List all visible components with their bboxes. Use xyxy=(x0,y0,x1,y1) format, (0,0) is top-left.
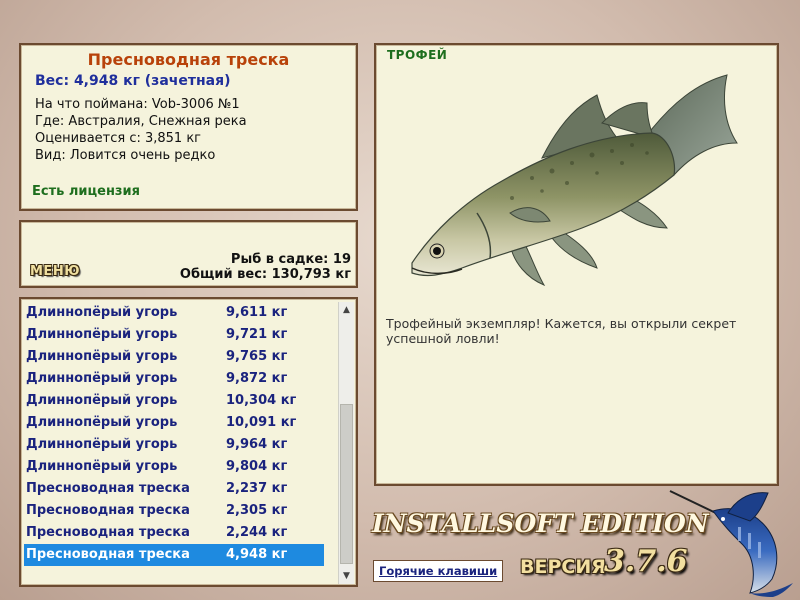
list-item-weight: 9,872 кг xyxy=(226,371,288,386)
catch-list-rows: Длиннопёрый угорь 9,611 кг Длиннопёрый уго… xyxy=(24,302,324,566)
list-item-weight: 4,948 кг xyxy=(226,547,288,562)
menu-button[interactable]: МЕНЮ xyxy=(30,264,80,279)
list-item[interactable]: Длиннопёрый угорь 9,611 кг xyxy=(24,302,324,324)
list-item-name: Длиннопёрый угорь xyxy=(26,459,178,474)
list-item-name: Пресноводная треска xyxy=(26,525,190,540)
list-item[interactable]: Длиннопёрый угорь 9,964 кг xyxy=(24,434,324,456)
rarity-text: Вид: Ловится очень редко xyxy=(35,148,216,163)
list-item-weight: 2,237 кг xyxy=(226,481,288,496)
total-weight: Общий вес: 130,793 кг xyxy=(179,267,351,282)
list-item[interactable]: Пресноводная треска 4,948 кг xyxy=(24,544,324,566)
list-item-weight: 2,305 кг xyxy=(226,503,288,518)
location-text: Где: Австралия, Снежная река xyxy=(35,114,247,129)
list-item-name: Длиннопёрый угорь xyxy=(26,327,178,342)
list-item[interactable]: Длиннопёрый угорь 9,721 кг xyxy=(24,324,324,346)
trophy-description: Трофейный экземпляр! Кажется, вы открыли… xyxy=(386,316,737,346)
fish-image xyxy=(411,74,738,287)
caught-on-text: На что поймана: Vob-3006 №1 xyxy=(35,97,240,112)
fish-count: Рыб в садке: 19 xyxy=(230,252,351,267)
scroll-up-icon[interactable]: ▲ xyxy=(339,302,354,318)
list-item-weight: 9,804 кг xyxy=(226,459,288,474)
list-item-name: Длиннопёрый угорь xyxy=(26,437,178,452)
list-item-name: Пресноводная треска xyxy=(26,481,190,496)
hotkeys-link[interactable]: Горячие клавиши xyxy=(373,560,504,582)
list-item-weight: 2,244 кг xyxy=(226,525,288,540)
scroll-thumb[interactable] xyxy=(340,404,353,564)
scroll-down-icon[interactable]: ▼ xyxy=(339,568,354,584)
list-item-weight: 10,091 кг xyxy=(226,415,297,430)
list-item-weight: 9,611 кг xyxy=(226,305,288,320)
list-item[interactable]: Длиннопёрый угорь 9,872 кг xyxy=(24,368,324,390)
catch-list: Длиннопёрый угорь 9,611 кг Длиннопёрый уго… xyxy=(19,297,358,587)
list-item[interactable]: Пресноводная треска 2,244 кг xyxy=(24,522,324,544)
list-item[interactable]: Длиннопёрый угорь 9,804 кг xyxy=(24,456,324,478)
list-item-name: Длиннопёрый угорь xyxy=(26,349,178,364)
list-item-weight: 9,964 кг xyxy=(226,437,288,452)
list-item[interactable]: Пресноводная треска 2,305 кг xyxy=(24,500,324,522)
list-item-name: Длиннопёрый угорь xyxy=(26,305,178,320)
fish-name: Пресноводная треска xyxy=(87,50,290,69)
list-item[interactable]: Пресноводная треска 2,237 кг xyxy=(24,478,324,500)
list-item-name: Длиннопёрый угорь xyxy=(26,371,178,386)
list-item-name: Пресноводная треска xyxy=(26,547,190,562)
list-item[interactable]: Длиннопёрый угорь 9,765 кг xyxy=(24,346,324,368)
fish-info-panel: Пресноводная треска Вес: 4,948 кг (зачет… xyxy=(19,43,358,211)
keepnet-stats: Рыб в садке: 19 Общий вес: 130,793 кг xyxy=(180,252,351,282)
list-scrollbar[interactable]: ▲ ▼ xyxy=(338,302,354,584)
list-item-weight: 9,765 кг xyxy=(226,349,288,364)
valued-from-text: Оценивается с: 3,851 кг xyxy=(35,131,202,146)
list-item-name: Пресноводная треска xyxy=(26,503,190,518)
menu-panel: МЕНЮ Рыб в садке: 19 Общий вес: 130,793 … xyxy=(19,220,358,288)
trophy-panel: ТРОФЕЙ Трофейный экземпляр! Кажется, вы … xyxy=(374,43,779,486)
trophy-label: ТРОФЕЙ xyxy=(387,48,448,62)
list-item[interactable]: Длиннопёрый угорь 10,091 кг xyxy=(24,412,324,434)
list-item-name: Длиннопёрый угорь xyxy=(26,393,178,408)
list-item-weight: 9,721 кг xyxy=(226,327,288,342)
marlin-logo-icon xyxy=(669,490,793,597)
edition-logo: INSTALLSOFT EDITION xyxy=(372,509,709,538)
version-label: ВЕРСИЯ xyxy=(520,556,606,578)
list-item[interactable]: Длиннопёрый угорь 10,304 кг xyxy=(24,390,324,412)
license-status: Есть лицензия xyxy=(32,184,140,199)
list-item-name: Длиннопёрый угорь xyxy=(26,415,178,430)
list-item-weight: 10,304 кг xyxy=(226,393,297,408)
fish-weight: Вес: 4,948 кг (зачетная) xyxy=(35,73,231,89)
